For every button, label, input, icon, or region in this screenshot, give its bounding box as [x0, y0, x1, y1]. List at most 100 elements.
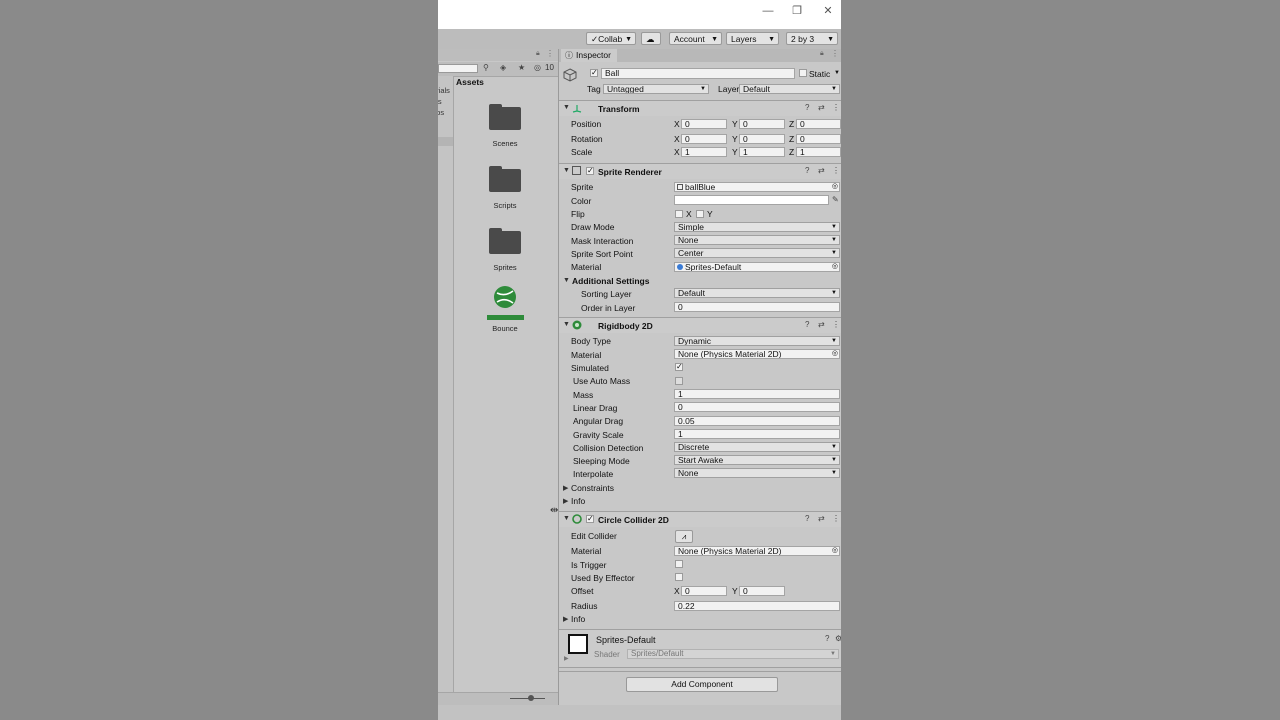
draw-mode-dropdown[interactable]: Simple ▼: [674, 222, 840, 232]
cc-material-object-field[interactable]: None (Physics Material 2D) ◎: [674, 546, 840, 556]
lock-icon[interactable]: 🔒︎: [536, 50, 540, 58]
asset-folder-scenes[interactable]: Scenes: [485, 104, 525, 148]
scale-y-field[interactable]: 1: [739, 147, 785, 157]
tree-item-prefabs[interactable]: abs: [438, 108, 444, 117]
close-button[interactable]: ✕: [820, 3, 836, 19]
angular-drag-field[interactable]: 0.05: [674, 416, 840, 426]
offset-x-field[interactable]: 0: [681, 586, 727, 596]
rb-material-object-field[interactable]: None (Physics Material 2D) ◎: [674, 349, 840, 359]
position-z-field[interactable]: 0: [796, 119, 841, 129]
minimize-button[interactable]: —: [760, 3, 776, 19]
radius-field[interactable]: 0.22: [674, 601, 840, 611]
layer-dropdown[interactable]: Default ▼: [739, 84, 840, 94]
project-search-input[interactable]: [438, 64, 478, 73]
eyedropper-icon[interactable]: ✎: [832, 195, 839, 204]
flip-x-checkbox[interactable]: [675, 210, 683, 218]
collapse-triangle-icon[interactable]: ▼: [563, 167, 570, 174]
enabled-checkbox[interactable]: ✓: [586, 167, 594, 175]
body-type-dropdown[interactable]: Dynamic ▼: [674, 336, 840, 346]
kebab-menu-icon[interactable]: ⋮: [832, 514, 840, 523]
scale-z-field[interactable]: 1: [796, 147, 841, 157]
expand-triangle-icon[interactable]: ▶: [563, 615, 568, 623]
order-in-layer-field[interactable]: 0: [674, 302, 840, 312]
rigidbody2d-header[interactable]: ▼ Rigidbody 2D ? ⇄ ⋮: [559, 317, 841, 333]
used-by-effector-checkbox[interactable]: [675, 573, 683, 581]
tag-dropdown[interactable]: Untagged ▼: [603, 84, 709, 94]
material-object-field[interactable]: Sprites-Default ◎: [674, 262, 840, 272]
sleeping-mode-dropdown[interactable]: Start Awake ▼: [674, 455, 840, 465]
object-picker-icon[interactable]: ◎: [832, 263, 838, 271]
is-trigger-checkbox[interactable]: [675, 560, 683, 568]
kebab-menu-icon[interactable]: ⋮: [832, 320, 840, 329]
settings-gear-icon[interactable]: ⚙: [835, 634, 841, 643]
help-icon[interactable]: ?: [825, 634, 829, 643]
color-swatch-field[interactable]: [674, 195, 829, 205]
tree-item-models[interactable]: els: [438, 97, 442, 106]
tree-item-selected[interactable]: [438, 137, 453, 146]
simulated-checkbox[interactable]: ✓: [675, 363, 683, 371]
flip-y-checkbox[interactable]: [696, 210, 704, 218]
scale-x-field[interactable]: 1: [681, 147, 727, 157]
position-x-field[interactable]: 0: [681, 119, 727, 129]
chevron-down-icon[interactable]: ▼: [834, 70, 840, 76]
preset-icon[interactable]: ⇄: [818, 320, 825, 329]
help-icon[interactable]: ?: [805, 320, 809, 329]
preset-icon[interactable]: ⇄: [818, 514, 825, 523]
active-checkbox[interactable]: ✓: [590, 69, 598, 77]
sprite-sort-point-dropdown[interactable]: Center ▼: [674, 248, 840, 258]
expand-triangle-icon[interactable]: ▶: [563, 484, 568, 492]
cc-info-foldout[interactable]: Info: [571, 614, 585, 624]
linear-drag-field[interactable]: 0: [674, 402, 840, 412]
edit-collider-button[interactable]: ⩘: [675, 530, 693, 543]
asset-folder-sprites[interactable]: Sprites: [485, 228, 525, 272]
object-picker-icon[interactable]: ◎: [832, 350, 838, 358]
zoom-slider-handle[interactable]: [528, 695, 534, 701]
sprite-renderer-header[interactable]: ▼ ✓ Sprite Renderer ? ⇄ ⋮: [559, 163, 841, 179]
interpolate-dropdown[interactable]: None ▼: [674, 468, 840, 478]
additional-settings-foldout[interactable]: Additional Settings: [572, 276, 649, 286]
collapse-triangle-icon[interactable]: ▼: [563, 104, 570, 111]
constraints-foldout[interactable]: Constraints: [571, 483, 614, 493]
sorting-layer-dropdown[interactable]: Default ▼: [674, 288, 840, 298]
restore-button[interactable]: ❐: [789, 3, 805, 19]
object-picker-icon[interactable]: ◎: [832, 183, 838, 191]
static-checkbox[interactable]: [799, 69, 807, 77]
mass-field[interactable]: 1: [674, 389, 840, 399]
rb-info-foldout[interactable]: Info: [571, 496, 585, 506]
collapse-triangle-icon[interactable]: ▼: [563, 321, 570, 328]
help-icon[interactable]: ?: [805, 166, 809, 175]
preset-icon[interactable]: ⇄: [818, 103, 825, 112]
collab-dropdown[interactable]: ✓Collab ▼: [586, 32, 636, 45]
collapse-triangle-icon[interactable]: ▼: [563, 515, 570, 522]
cloud-button[interactable]: ☁: [641, 32, 661, 45]
object-name-field[interactable]: Ball: [601, 68, 795, 79]
object-picker-icon[interactable]: ◎: [832, 547, 838, 555]
gravity-scale-field[interactable]: 1: [674, 429, 840, 439]
mask-interaction-dropdown[interactable]: None ▼: [674, 235, 840, 245]
star-icon[interactable]: ★: [518, 63, 525, 72]
collapse-triangle-icon[interactable]: ▼: [563, 277, 570, 284]
expand-triangle-icon[interactable]: ▶: [564, 655, 569, 662]
circle-collider2d-header[interactable]: ▼ ✓ Circle Collider 2D ? ⇄ ⋮: [559, 511, 841, 527]
tab-inspector[interactable]: ⓘ Inspector: [561, 49, 617, 62]
tag-icon[interactable]: ◈: [500, 63, 506, 72]
preset-icon[interactable]: ⇄: [818, 166, 825, 175]
assets-breadcrumb[interactable]: Assets: [456, 77, 484, 87]
rotation-x-field[interactable]: 0: [681, 134, 727, 144]
position-y-field[interactable]: 0: [739, 119, 785, 129]
use-auto-mass-checkbox[interactable]: [675, 377, 683, 385]
account-dropdown[interactable]: Account ▼: [669, 32, 722, 45]
kebab-menu-icon[interactable]: ⋮: [832, 103, 840, 112]
rotation-y-field[interactable]: 0: [739, 134, 785, 144]
sprite-object-field[interactable]: ballBlue ◎: [674, 182, 840, 192]
kebab-menu-icon[interactable]: ⋮: [546, 49, 554, 58]
asset-physics-material-bounce[interactable]: Bounce: [485, 285, 525, 333]
hidden-eye-icon[interactable]: ◎: [534, 63, 541, 72]
enabled-checkbox[interactable]: ✓: [586, 515, 594, 523]
help-icon[interactable]: ?: [805, 103, 809, 112]
offset-y-field[interactable]: 0: [739, 586, 785, 596]
expand-triangle-icon[interactable]: ▶: [563, 497, 568, 505]
help-icon[interactable]: ?: [805, 514, 809, 523]
lock-icon[interactable]: 🔒︎: [820, 50, 824, 58]
kebab-menu-icon[interactable]: ⋮: [832, 166, 840, 175]
